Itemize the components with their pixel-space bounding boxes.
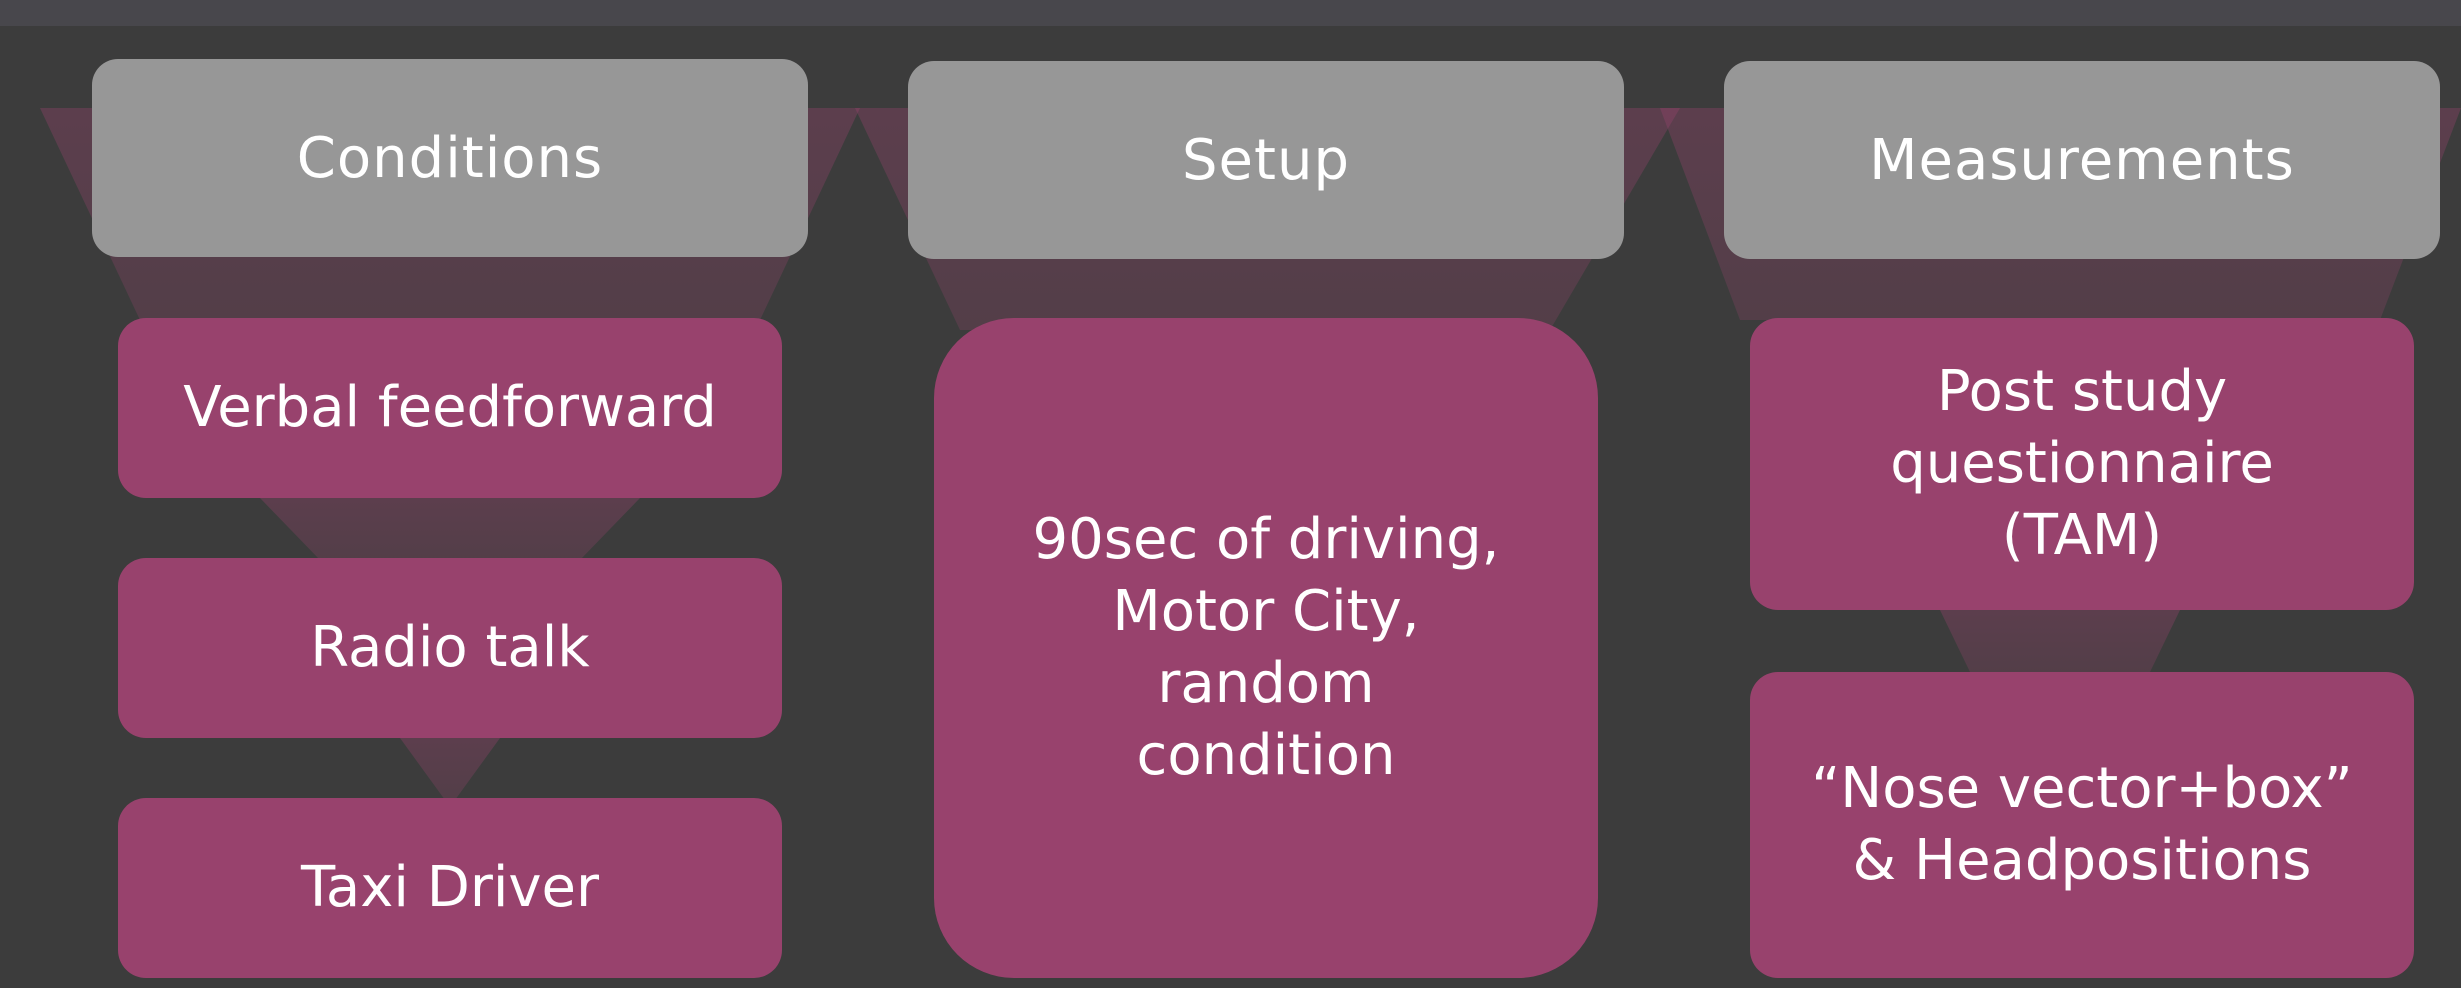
box-nose-vector-headpositions: “Nose vector+box” & Headpositions (1750, 672, 2414, 978)
header-setup: Setup (908, 61, 1624, 259)
header-conditions: Conditions (92, 59, 808, 257)
box-post-study-questionnaire: Post study questionnaire (TAM) (1750, 318, 2414, 610)
header-measurements: Measurements (1724, 61, 2440, 259)
box-taxi-driver: Taxi Driver (118, 798, 782, 978)
box-radio-talk: Radio talk (118, 558, 782, 738)
box-setup-description: 90sec of driving, Motor City, random con… (934, 318, 1598, 978)
box-verbal-feedforward: Verbal feedforward (118, 318, 782, 498)
funnel-measurements-1 (1940, 610, 2180, 672)
funnel-conditions-2 (400, 738, 500, 800)
funnel-conditions-1 (260, 498, 640, 560)
